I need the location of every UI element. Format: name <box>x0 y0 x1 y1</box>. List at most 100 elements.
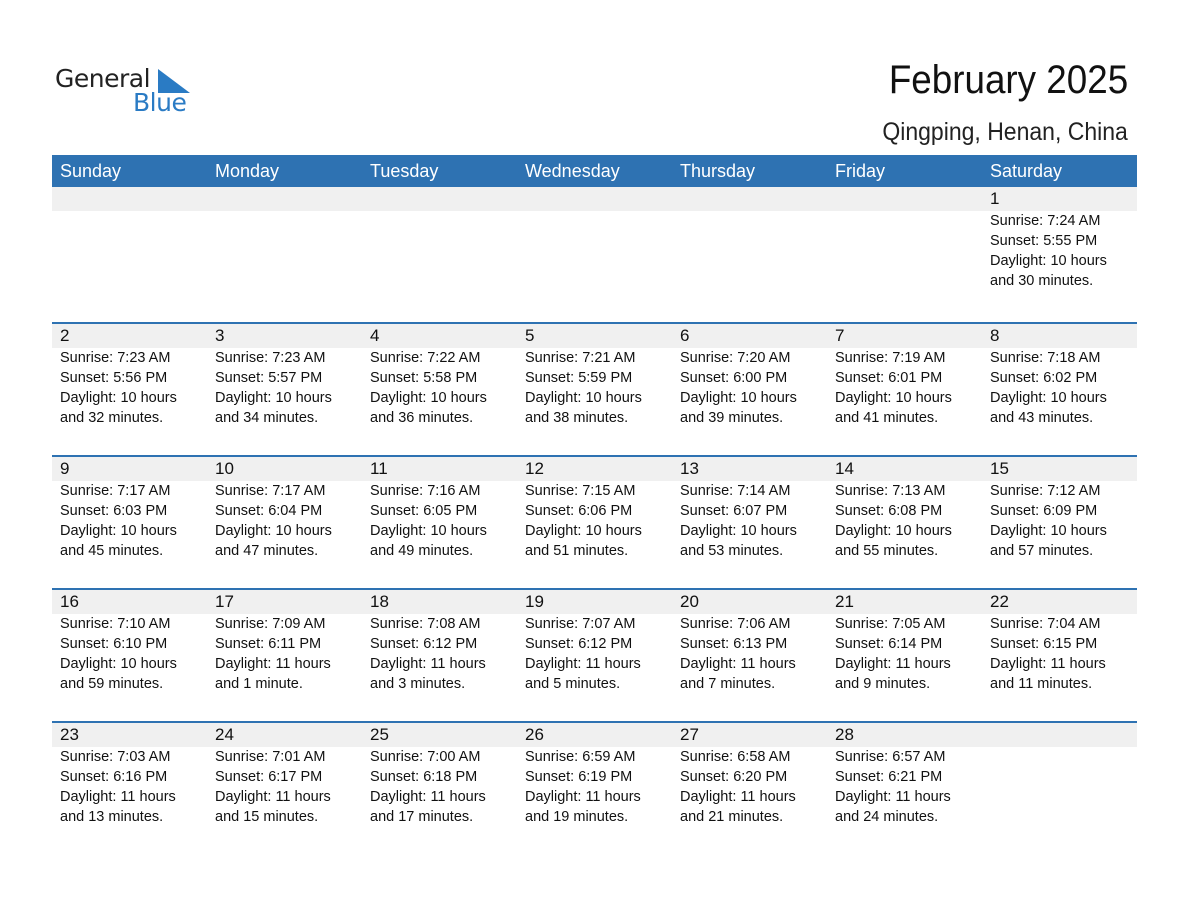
empty-day-cell <box>672 187 827 291</box>
sunset-text: Sunset: 6:04 PM <box>215 503 323 519</box>
weekday-header-monday: Monday <box>215 161 280 181</box>
sunset-text: Sunset: 6:05 PM <box>370 503 478 519</box>
empty-day-cell <box>517 187 672 291</box>
daylight-text: Daylight: 10 hours <box>990 390 1107 406</box>
sunrise-text: Sunrise: 7:17 AM <box>60 483 171 499</box>
daylight-text: Daylight: 11 hours <box>60 789 176 805</box>
daylight-text: Daylight: 11 hours <box>370 789 486 805</box>
sunset-text: Sunset: 6:02 PM <box>990 370 1098 386</box>
sunset-text: Sunset: 6:11 PM <box>215 636 322 652</box>
day-number: 17 <box>215 592 234 611</box>
empty-day-cell <box>207 187 362 291</box>
daylight-text: Daylight: 10 hours <box>525 390 642 406</box>
logo-word-blue: Blue <box>133 88 187 117</box>
day-number: 28 <box>835 725 854 744</box>
daylight-minutes-text: and 41 minutes. <box>835 410 939 426</box>
weeks-container: 1 Sunrise: 7:24 AM Sunset: 5:55 PM Daylight… <box>52 187 1137 854</box>
daylight-minutes-text: and 43 minutes. <box>990 410 1094 426</box>
week-row: 23 Sunrise: 7:03 AM Sunset: 6:16 PM Dayligh… <box>52 721 1137 854</box>
daylight-text: Daylight: 11 hours <box>835 789 951 805</box>
week-cells: 16 Sunrise: 7:10 AM Sunset: 6:10 PM Dayligh… <box>52 590 1137 694</box>
day-cell: 13 Sunrise: 7:14 AM Sunset: 6:07 PM Dayligh… <box>672 457 827 561</box>
sunrise-text: Sunrise: 7:22 AM <box>370 350 481 366</box>
day-number <box>525 187 672 211</box>
sunset-text: Sunset: 6:18 PM <box>370 769 478 785</box>
day-number: 18 <box>370 592 389 611</box>
sunrise-text: Sunrise: 7:13 AM <box>835 483 946 499</box>
weekday-header-friday: Friday <box>835 161 886 181</box>
day-cell: 1 Sunrise: 7:24 AM Sunset: 5:55 PM Daylight… <box>982 187 1137 291</box>
day-cell: 21 Sunrise: 7:05 AM Sunset: 6:14 PM Dayligh… <box>827 590 982 694</box>
sunset-text: Sunset: 6:17 PM <box>215 769 323 785</box>
week-cells: 9 Sunrise: 7:17 AM Sunset: 6:03 PM Daylight… <box>52 457 1137 561</box>
daylight-minutes-text: and 55 minutes. <box>835 543 939 559</box>
day-number <box>835 187 982 211</box>
day-number <box>680 187 827 211</box>
day-number: 20 <box>680 592 699 611</box>
empty-day-cell <box>362 187 517 291</box>
daylight-text: Daylight: 10 hours <box>990 523 1107 539</box>
day-number: 13 <box>680 459 699 478</box>
empty-day-cell <box>52 187 207 291</box>
daylight-text: Daylight: 11 hours <box>680 789 796 805</box>
weekday-header-saturday: Saturday <box>990 161 1063 181</box>
sunset-text: Sunset: 5:56 PM <box>60 370 168 386</box>
sunrise-text: Sunrise: 7:23 AM <box>60 350 171 366</box>
logo: General Blue <box>55 64 195 120</box>
sunset-text: Sunset: 6:12 PM <box>370 636 478 652</box>
sunset-text: Sunset: 6:16 PM <box>60 769 168 785</box>
weekday-header-thursday: Thursday <box>680 161 756 181</box>
sunset-text: Sunset: 5:57 PM <box>215 370 323 386</box>
day-cell: 16 Sunrise: 7:10 AM Sunset: 6:10 PM Dayligh… <box>52 590 207 694</box>
daylight-text: Daylight: 10 hours <box>215 523 332 539</box>
day-cell: 19 Sunrise: 7:07 AM Sunset: 6:12 PM Dayligh… <box>517 590 672 694</box>
empty-day-cell <box>982 723 1137 827</box>
day-number: 25 <box>370 725 389 744</box>
empty-day-cell <box>827 187 982 291</box>
day-cell: 6 Sunrise: 7:20 AM Sunset: 6:00 PM Daylight… <box>672 324 827 428</box>
daylight-minutes-text: and 47 minutes. <box>215 543 319 559</box>
daylight-minutes-text: and 19 minutes. <box>525 809 629 825</box>
daylight-text: Daylight: 11 hours <box>215 789 331 805</box>
day-number: 26 <box>525 725 544 744</box>
sunrise-text: Sunrise: 7:19 AM <box>835 350 946 366</box>
daylight-text: Daylight: 10 hours <box>990 253 1107 269</box>
day-cell: 22 Sunrise: 7:04 AM Sunset: 6:15 PM Dayligh… <box>982 590 1137 694</box>
sunrise-text: Sunrise: 7:03 AM <box>60 749 171 765</box>
sunrise-text: Sunrise: 7:20 AM <box>680 350 791 366</box>
daylight-minutes-text: and 17 minutes. <box>370 809 474 825</box>
daylight-minutes-text: and 36 minutes. <box>370 410 474 426</box>
daylight-minutes-text: and 39 minutes. <box>680 410 784 426</box>
weekday-header-wednesday: Wednesday <box>525 161 620 181</box>
sunset-text: Sunset: 5:58 PM <box>370 370 478 386</box>
sunset-text: Sunset: 6:07 PM <box>680 503 788 519</box>
sunrise-text: Sunrise: 7:06 AM <box>680 616 791 632</box>
sunset-text: Sunset: 6:13 PM <box>680 636 788 652</box>
daylight-minutes-text: and 7 minutes. <box>680 676 776 692</box>
daylight-minutes-text: and 24 minutes. <box>835 809 939 825</box>
day-number: 2 <box>60 326 70 345</box>
daylight-text: Daylight: 11 hours <box>680 656 796 672</box>
daylight-text: Daylight: 10 hours <box>60 523 177 539</box>
day-number: 3 <box>215 326 225 345</box>
week-cells: 1 Sunrise: 7:24 AM Sunset: 5:55 PM Daylight… <box>52 187 1137 291</box>
sunrise-text: Sunrise: 7:04 AM <box>990 616 1101 632</box>
day-number: 21 <box>835 592 854 611</box>
daylight-minutes-text: and 49 minutes. <box>370 543 474 559</box>
daylight-minutes-text: and 57 minutes. <box>990 543 1094 559</box>
day-cell: 11 Sunrise: 7:16 AM Sunset: 6:05 PM Dayligh… <box>362 457 517 561</box>
daylight-text: Daylight: 10 hours <box>680 390 797 406</box>
sunrise-text: Sunrise: 7:09 AM <box>215 616 326 632</box>
daylight-minutes-text: and 15 minutes. <box>215 809 319 825</box>
sunrise-text: Sunrise: 7:01 AM <box>215 749 326 765</box>
sunrise-text: Sunrise: 7:17 AM <box>215 483 326 499</box>
day-cell: 24 Sunrise: 7:01 AM Sunset: 6:17 PM Dayligh… <box>207 723 362 827</box>
day-number: 16 <box>60 592 79 611</box>
day-cell: 28 Sunrise: 6:57 AM Sunset: 6:21 PM Dayligh… <box>827 723 982 827</box>
sunset-text: Sunset: 6:08 PM <box>835 503 943 519</box>
day-cell: 8 Sunrise: 7:18 AM Sunset: 6:02 PM Daylight… <box>982 324 1137 428</box>
day-cell: 20 Sunrise: 7:06 AM Sunset: 6:13 PM Dayligh… <box>672 590 827 694</box>
sunset-text: Sunset: 5:59 PM <box>525 370 633 386</box>
day-number <box>990 723 1137 747</box>
daylight-text: Daylight: 10 hours <box>60 390 177 406</box>
